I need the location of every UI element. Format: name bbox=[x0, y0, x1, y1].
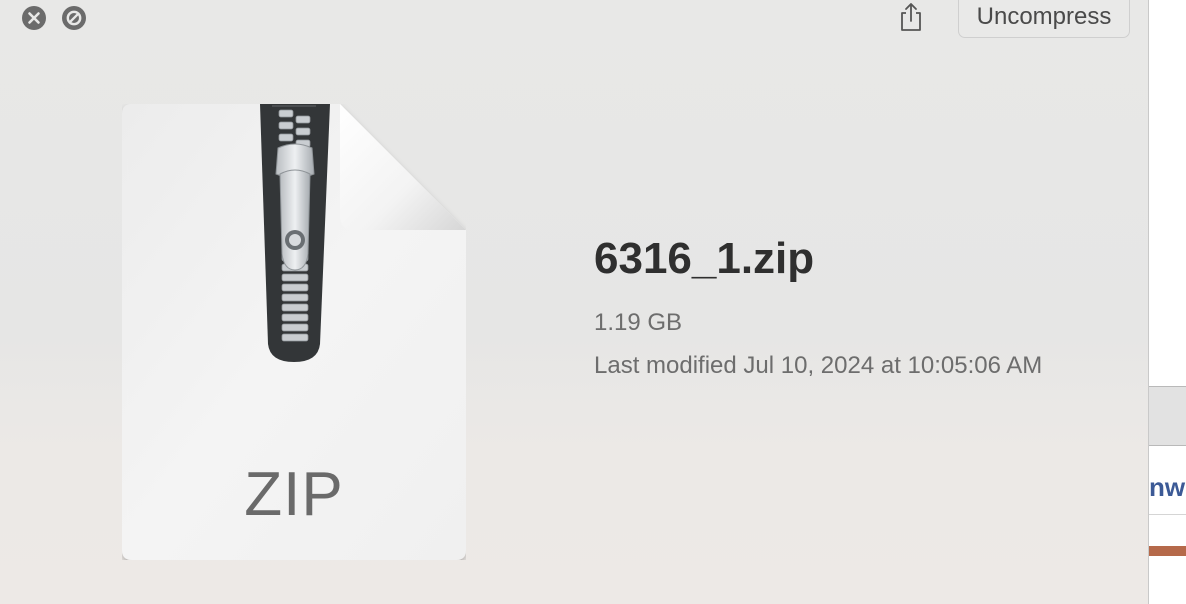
quick-look-panel: Uncompress ZIP 6316_1.zip 1.19 GB Last m… bbox=[0, 0, 1149, 604]
file-name: 6316_1.zip bbox=[594, 234, 815, 283]
file-size: 1.19 GB bbox=[594, 309, 683, 336]
background-window-text: nw bbox=[1149, 472, 1186, 502]
background-window: nw bbox=[1149, 0, 1186, 604]
file-modified-date: Last modified Jul 10, 2024 at 10:05:06 A… bbox=[594, 352, 1043, 379]
background-window-divider bbox=[1149, 514, 1186, 515]
background-window-accent-bar bbox=[1149, 546, 1186, 556]
file-type-label: ZIP bbox=[244, 460, 344, 529]
close-icon[interactable] bbox=[22, 6, 46, 30]
background-window-header bbox=[1149, 386, 1186, 446]
uncompress-button[interactable]: Uncompress bbox=[958, 0, 1130, 38]
zip-archive-icon: ZIP bbox=[122, 104, 466, 560]
circle-slash-icon[interactable] bbox=[62, 6, 86, 30]
share-icon[interactable] bbox=[898, 2, 924, 32]
